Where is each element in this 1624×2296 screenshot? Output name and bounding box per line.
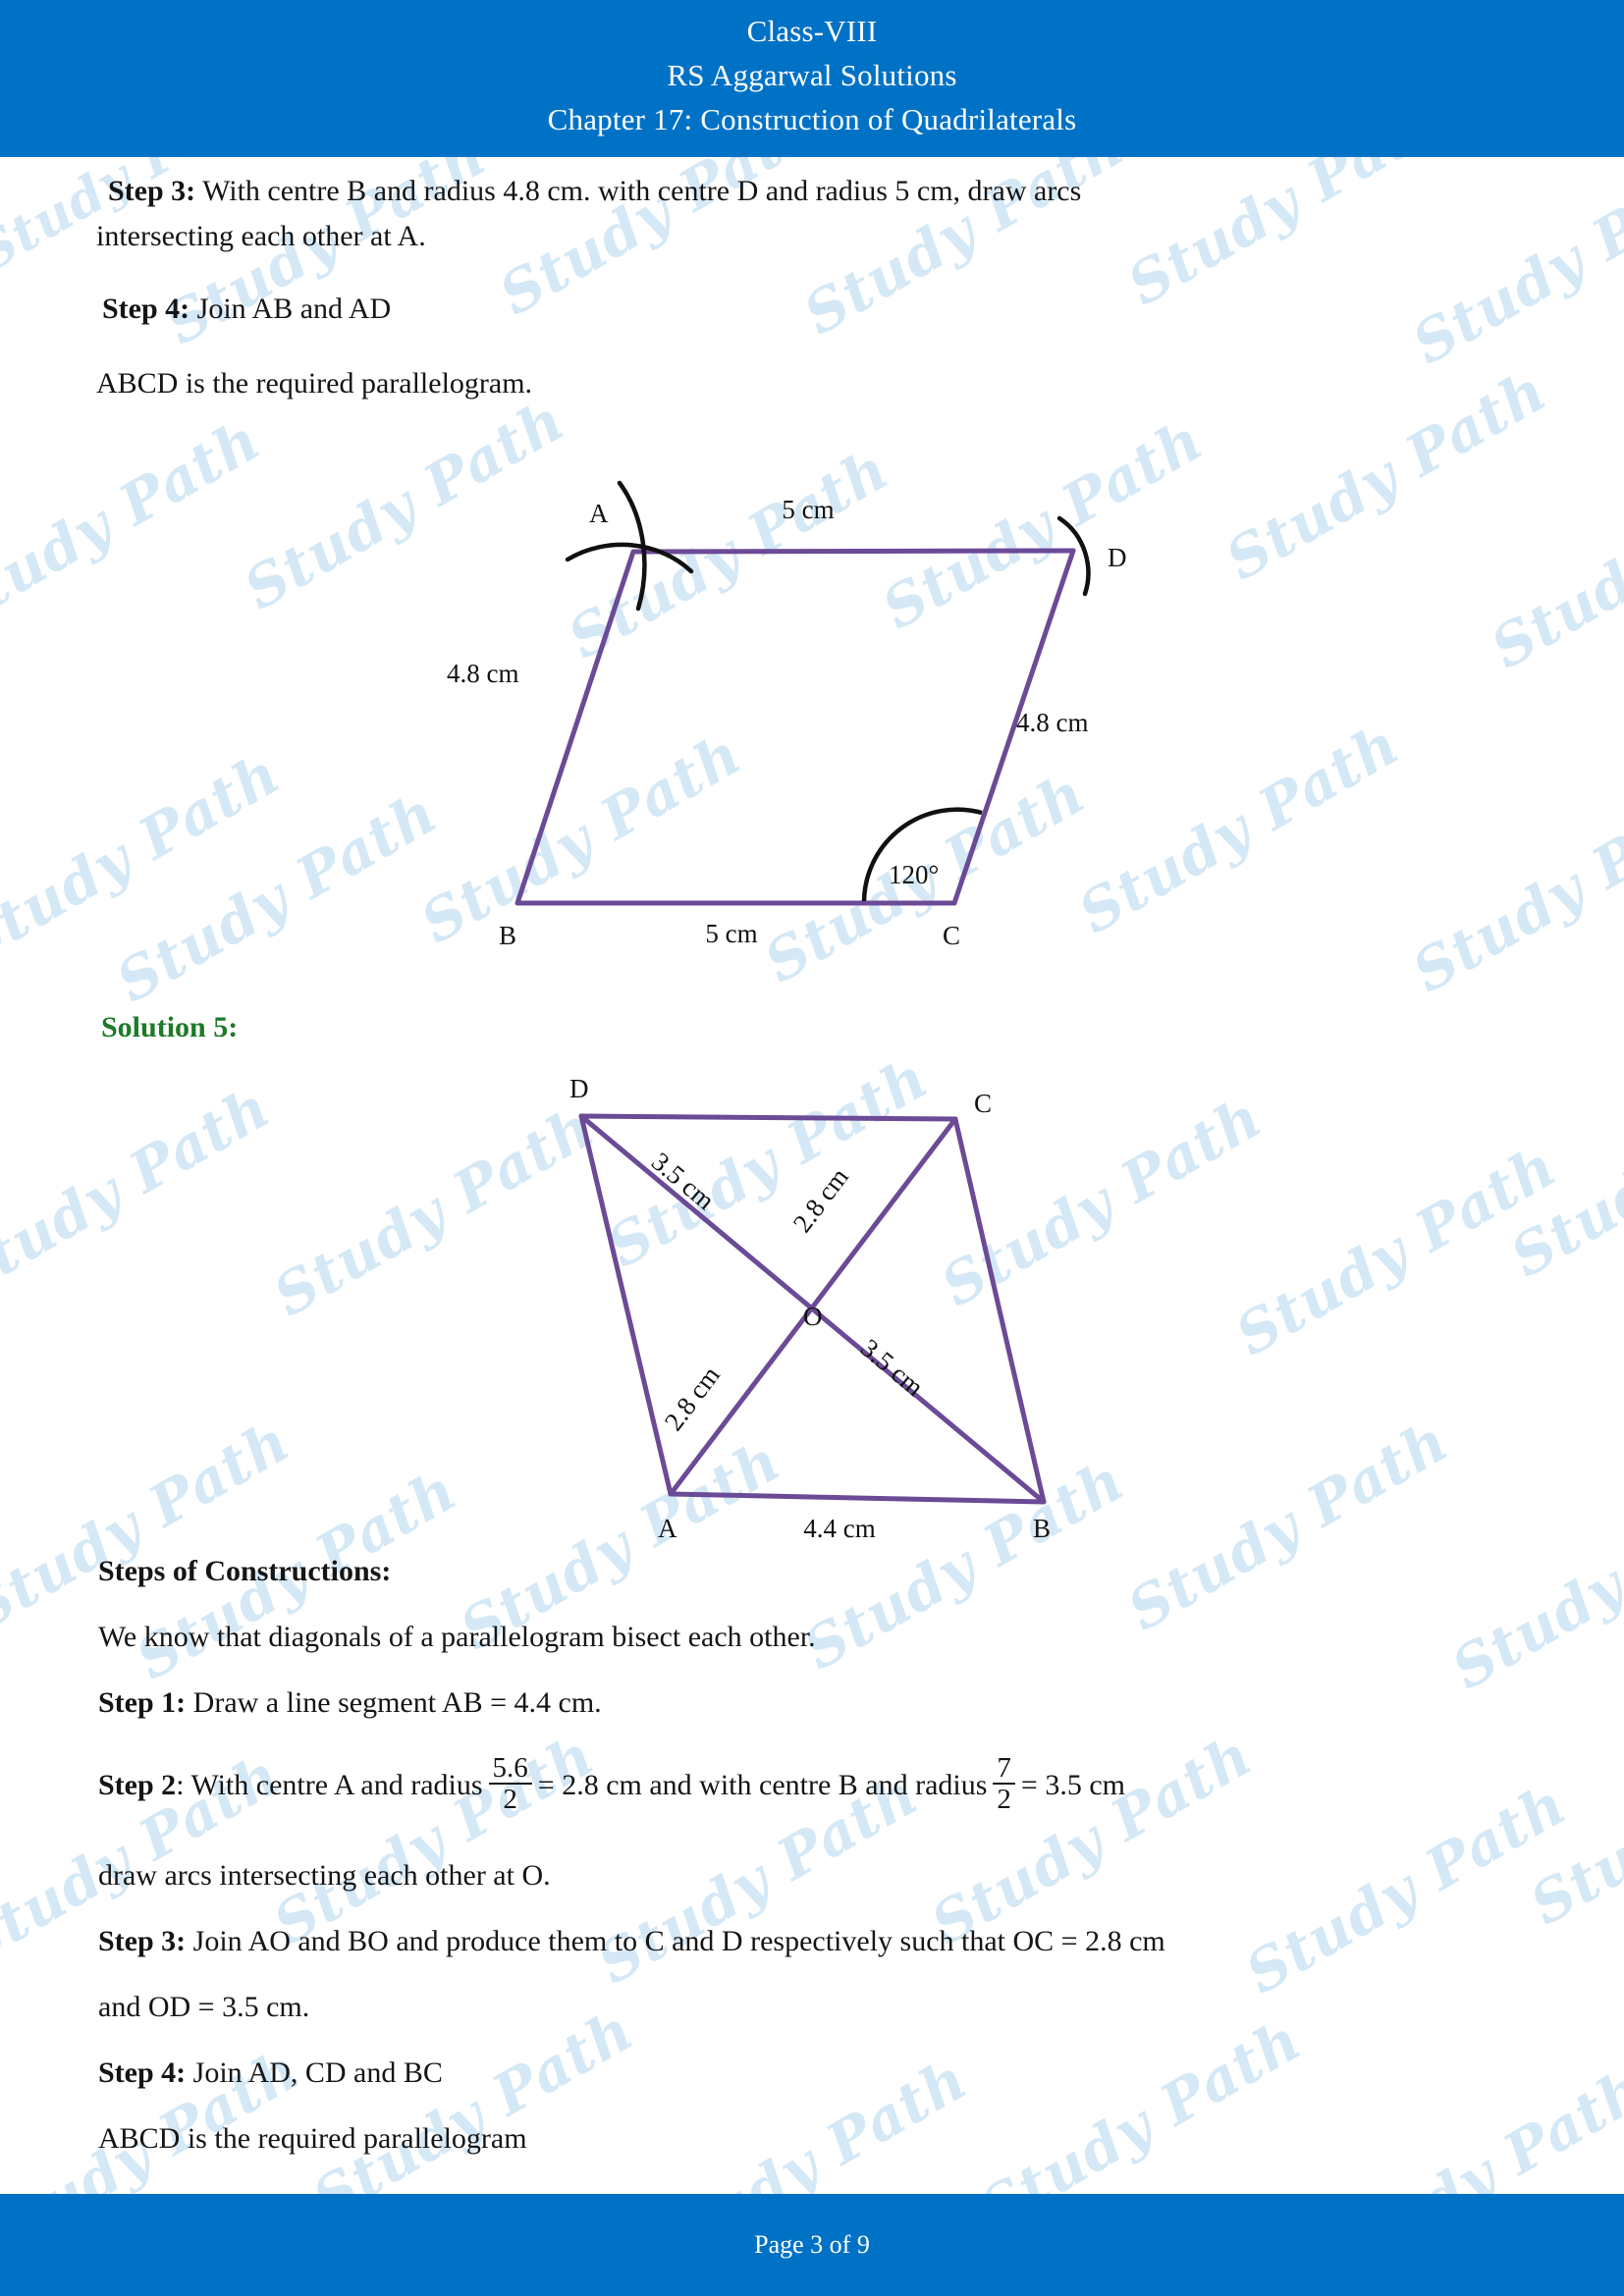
dimension-AB: 4.8 cm — [447, 659, 519, 688]
vertex-label-C: C — [974, 1089, 992, 1118]
dimension-AD: 5 cm — [782, 495, 834, 524]
step3-top-label: Step 3: — [108, 175, 196, 207]
vertex-label-D: D — [1108, 543, 1127, 572]
vertex-label-A: A — [589, 499, 609, 528]
page-number-text: Page 3 of 9 — [754, 2230, 870, 2259]
vertex-label-D: D — [569, 1074, 589, 1103]
segment-AD — [630, 548, 1076, 555]
vertex-label-B: B — [499, 921, 516, 950]
page-content: Step 3: With centre B and radius 4.8 cm.… — [0, 0, 1624, 2296]
dimension-AO: 2.8 cm — [659, 1361, 726, 1436]
vertex-label-A: A — [658, 1514, 677, 1543]
vertex-label-B: B — [1033, 1514, 1051, 1543]
page-footer: Page 3 of 9 — [0, 2194, 1624, 2296]
page-header: Class-VIII RS Aggarwal Solutions Chapter… — [0, 0, 1624, 157]
fraction-5-6-over-2: 5.6 2 — [488, 1752, 532, 1815]
step3-line: Step 3: Join AO and BO and produce them … — [98, 1919, 1165, 1964]
step4-label: Step 4: — [98, 2056, 187, 2089]
solution-5-heading: Solution 5: — [101, 1011, 239, 1043]
dimension-OB: 3.5 cm — [855, 1333, 930, 1402]
step4-top-label: Step 4: — [102, 293, 190, 325]
segment-CB — [952, 1116, 1047, 1505]
header-book-line: RS Aggarwal Solutions — [667, 58, 957, 92]
segment-DC — [578, 1113, 958, 1122]
step2-continuation: draw arcs intersecting each other at O. — [98, 1859, 551, 1892]
step3-top-line1: Step 3: With centre B and radius 4.8 cm.… — [108, 169, 1081, 214]
step3-top-line2: intersecting each other at A. — [96, 220, 426, 252]
dimension-CD: 4.8 cm — [1016, 708, 1089, 737]
dimension-AB: 4.4 cm — [803, 1514, 876, 1543]
steps-of-constructions-heading: Steps of Constructions: — [98, 1555, 392, 1587]
conclusion-top: ABCD is the required parallelogram. — [96, 367, 533, 400]
step2-text-part2: = 2.8 cm and with centre B and radius — [537, 1769, 988, 1802]
figure-parallelogram-diagonals: D C A B O 3.5 cm 2.8 cm 2.8 cm 3.5 cm 4.… — [550, 1074, 1119, 1543]
step2-line: Step 2: With centre A and radius 5.6 2 = … — [98, 1752, 1125, 1817]
step1-label: Step 1: — [98, 1686, 187, 1719]
step2-text-part1: : With centre A and radius — [176, 1769, 483, 1802]
segment-AB — [514, 549, 636, 906]
step2-label: Step 2 — [98, 1769, 177, 1802]
fraction-numerator: 7 — [997, 1752, 1011, 1784]
step3-top-text: With centre B and radius 4.8 cm. with ce… — [195, 175, 1082, 207]
step2-text-part3: = 3.5 cm — [1020, 1769, 1125, 1802]
step1-text: Draw a line segment AB = 4.4 cm. — [186, 1686, 602, 1719]
header-class-line: Class-VIII — [746, 14, 878, 48]
step4-top-line: Step 4: Join AB and AD — [102, 287, 391, 332]
conclusion-bottom: ABCD is the required parallelogram — [98, 2122, 527, 2155]
vertex-label-C: C — [943, 921, 960, 950]
fraction-denominator: 2 — [488, 1783, 532, 1815]
step3-text: Join AO and BO and produce them to C and… — [186, 1925, 1165, 1957]
step3-label: Step 3: — [98, 1925, 187, 1957]
header-chapter-line: Chapter 17: Construction of Quadrilatera… — [547, 102, 1077, 136]
figure-parallelogram-120: A D B C 5 cm 4.8 cm 4.8 cm 5 cm 120° — [447, 471, 1178, 950]
angle-label-120: 120° — [889, 860, 939, 889]
step3-continuation: and OD = 3.5 cm. — [98, 1991, 310, 2023]
step4-text: Join AD, CD and BC — [186, 2056, 443, 2089]
dimension-BC: 5 cm — [705, 919, 757, 948]
segment-AB — [668, 1491, 1047, 1505]
vertex-label-O: O — [803, 1302, 823, 1331]
intro-line: We know that diagonals of a parallelogra… — [98, 1621, 816, 1653]
dimension-OC: 2.8 cm — [787, 1162, 854, 1238]
step4-top-text: Join AB and AD — [189, 293, 392, 325]
step4-line: Step 4: Join AD, CD and BC — [98, 2051, 443, 2096]
fraction-numerator: 5.6 — [492, 1752, 528, 1784]
step1-line: Step 1: Draw a line segment AB = 4.4 cm. — [98, 1681, 602, 1726]
fraction-denominator: 2 — [993, 1783, 1015, 1815]
fraction-7-over-2: 72 — [993, 1753, 1015, 1815]
